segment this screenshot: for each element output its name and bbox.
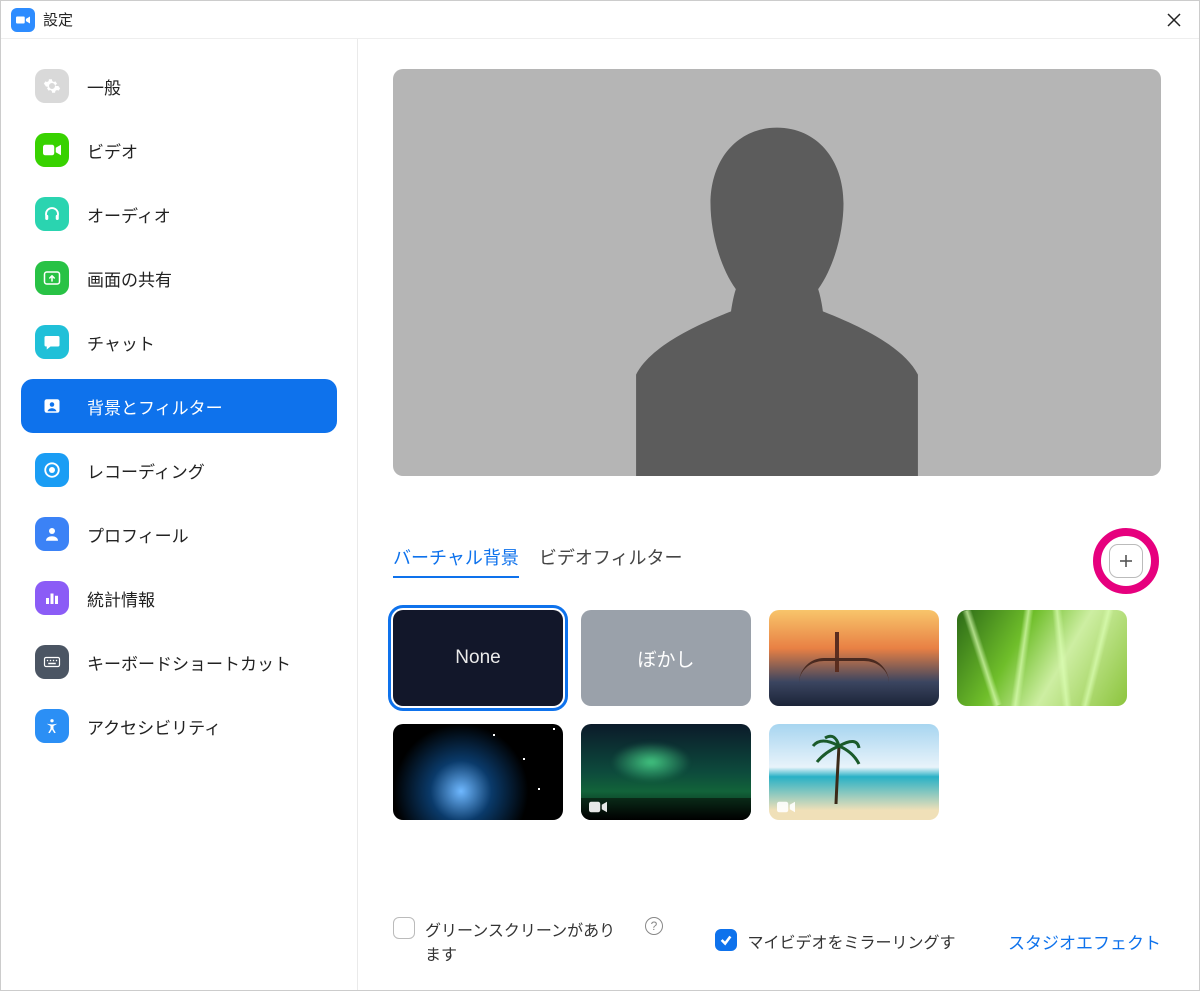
- palm-tree: [811, 734, 861, 804]
- titlebar: 設定: [1, 1, 1199, 39]
- greenscreen-option: グリーンスクリーンがあります ?: [393, 917, 663, 965]
- keyboard-icon: [35, 645, 69, 679]
- mirror-label: マイビデオをミラーリングす: [747, 929, 955, 953]
- profile-icon: [35, 517, 69, 551]
- close-button[interactable]: [1159, 5, 1189, 35]
- avatar-silhouette: [617, 96, 937, 476]
- gear-icon: [35, 69, 69, 103]
- sidebar-item-recording[interactable]: レコーディング: [21, 443, 337, 497]
- sidebar-item-label: 背景とフィルター: [87, 394, 223, 419]
- video-icon: [777, 800, 795, 814]
- tile-label: None: [455, 647, 500, 669]
- sidebar-item-keyboard-shortcuts[interactable]: キーボードショートカット: [21, 635, 337, 689]
- accessibility-icon: [35, 709, 69, 743]
- background-tile-beach[interactable]: [769, 724, 939, 820]
- background-tile-earth[interactable]: [393, 724, 563, 820]
- sidebar-item-label: プロフィール: [87, 522, 189, 547]
- sidebar-item-label: アクセシビリティ: [87, 714, 221, 739]
- video-icon: [589, 800, 607, 814]
- tile-label: ぼかし: [637, 645, 694, 672]
- sidebar-item-profile[interactable]: プロフィール: [21, 507, 337, 561]
- sidebar-item-statistics[interactable]: 統計情報: [21, 571, 337, 625]
- video-icon: [35, 133, 69, 167]
- background-grid: None ぼかし: [393, 610, 1164, 820]
- sidebar: 一般 ビデオ オーディオ 画面の共有: [1, 39, 358, 990]
- background-tile-grass[interactable]: [957, 610, 1127, 706]
- sidebar-item-label: チャット: [87, 330, 155, 355]
- sidebar-item-general[interactable]: 一般: [21, 59, 337, 113]
- background-tile-aurora[interactable]: [581, 724, 751, 820]
- tab-virtual-background[interactable]: バーチャル背景: [393, 544, 519, 578]
- sidebar-item-label: オーディオ: [87, 202, 171, 227]
- background-tile-bridge[interactable]: [769, 610, 939, 706]
- sidebar-item-label: 統計情報: [87, 586, 155, 611]
- sidebar-item-video[interactable]: ビデオ: [21, 123, 337, 177]
- app-icon: [11, 8, 35, 32]
- sidebar-item-label: ビデオ: [87, 138, 138, 163]
- settings-window: 設定 一般 ビデオ オーディオ: [0, 0, 1200, 991]
- headphones-icon: [35, 197, 69, 231]
- background-tile-blur[interactable]: ぼかし: [581, 610, 751, 706]
- stats-icon: [35, 581, 69, 615]
- add-background-highlight: [1091, 526, 1161, 596]
- window-title: 設定: [43, 9, 73, 30]
- main-content: バーチャル背景 ビデオフィルター None ぼかし: [358, 39, 1199, 990]
- greenscreen-label: グリーンスクリーンがあります: [425, 917, 631, 965]
- background-tile-none[interactable]: None: [393, 610, 563, 706]
- tab-video-filter[interactable]: ビデオフィルター: [539, 544, 683, 578]
- mirror-option: マイビデオをミラーリングす: [715, 929, 955, 953]
- video-preview: [393, 69, 1161, 476]
- sidebar-item-label: レコーディング: [87, 458, 205, 483]
- sidebar-item-label: 一般: [87, 74, 121, 99]
- chat-icon: [35, 325, 69, 359]
- sidebar-item-share-screen[interactable]: 画面の共有: [21, 251, 337, 305]
- sidebar-item-chat[interactable]: チャット: [21, 315, 337, 369]
- sidebar-item-accessibility[interactable]: アクセシビリティ: [21, 699, 337, 753]
- person-icon: [35, 389, 69, 423]
- help-icon[interactable]: ?: [645, 917, 663, 935]
- tabs: バーチャル背景 ビデオフィルター: [393, 544, 682, 578]
- sidebar-item-background-filters[interactable]: 背景とフィルター: [21, 379, 337, 433]
- greenscreen-checkbox[interactable]: [393, 917, 415, 939]
- record-icon: [35, 453, 69, 487]
- mirror-checkbox[interactable]: [715, 929, 737, 951]
- share-screen-icon: [35, 261, 69, 295]
- studio-effects-link[interactable]: スタジオエフェクト: [1008, 929, 1161, 954]
- sidebar-item-label: キーボードショートカット: [87, 650, 291, 675]
- sidebar-item-label: 画面の共有: [87, 266, 172, 291]
- sidebar-item-audio[interactable]: オーディオ: [21, 187, 337, 241]
